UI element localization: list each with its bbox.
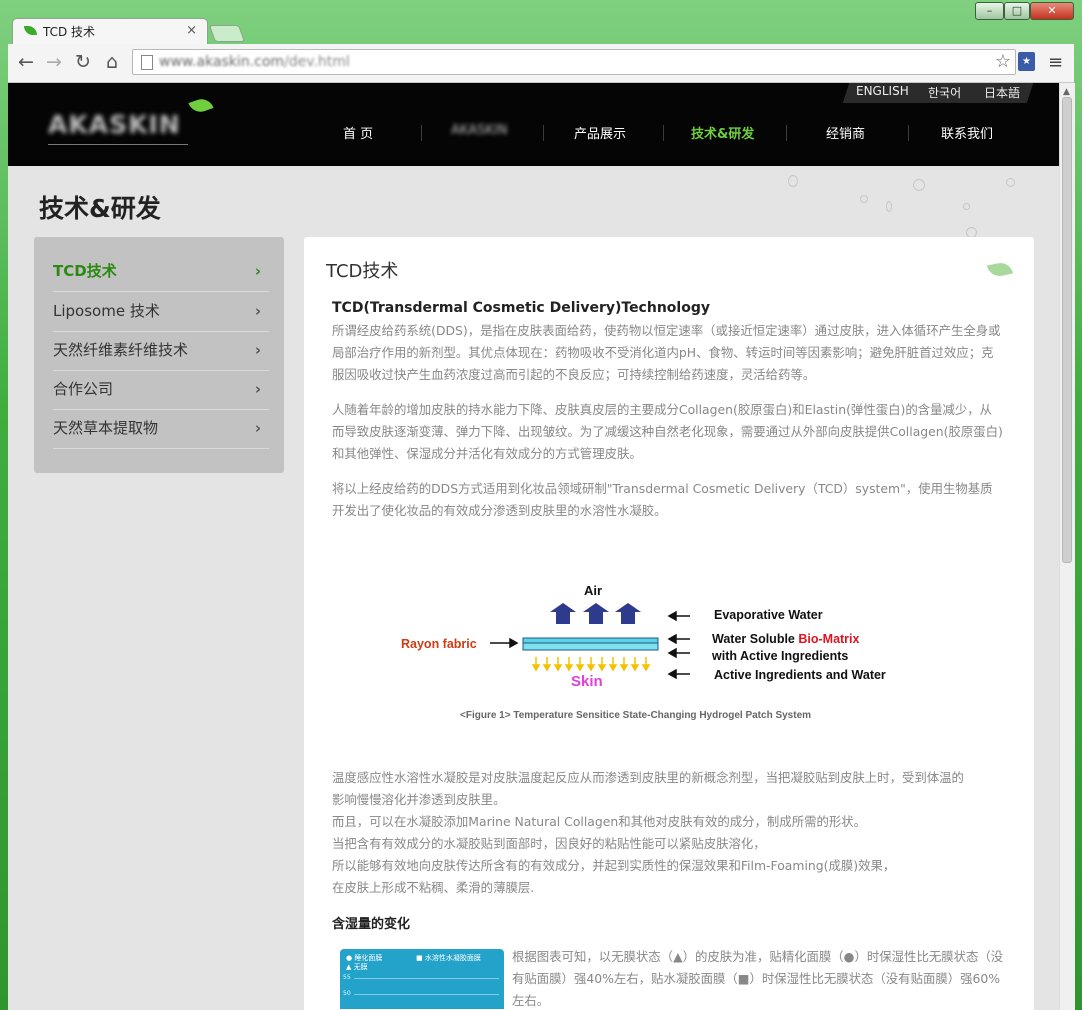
sidebar-item-partners[interactable]: 合作公司 › xyxy=(53,370,269,410)
sidebar-item-tcd[interactable]: TCD技术 › xyxy=(53,252,269,292)
thumb-axis-tick: 50 xyxy=(343,990,351,997)
moisture-chart-thumbnail: ● 睡化面膜 ■ 水溶性水凝胶面膜 ▲ 无膜 55 50 xyxy=(340,949,504,1009)
sidebar-item-label: 天然纤维素纤维技术 xyxy=(53,341,189,359)
scroll-up-icon[interactable]: ▲ xyxy=(1063,87,1070,97)
text-line: 温度感应性水溶性水凝胶是对皮肤温度起反应从而渗透到皮肤里的新概念剂型，当把凝胶贴… xyxy=(332,770,964,785)
sidebar-item-cellulose[interactable]: 天然纤维素纤维技术 › xyxy=(53,331,269,371)
tab-title: TCD 技术 xyxy=(43,25,96,39)
page-icon xyxy=(141,55,153,70)
lang-english-link[interactable]: ENGLISH xyxy=(856,84,909,98)
thumb-gridline xyxy=(354,994,499,995)
logo-underline xyxy=(48,144,188,145)
sidebar-item-liposome[interactable]: Liposome 技术 › xyxy=(53,292,269,332)
nav-separator xyxy=(908,125,909,141)
text-line: 而且，可以在水凝胶添加Marine Natural Collagen和其他对皮肤… xyxy=(332,814,867,829)
minimize-button[interactable]: – xyxy=(975,2,1004,20)
sidebar-item-label: Liposome 技术 xyxy=(53,302,160,320)
leaf-favicon-icon xyxy=(24,26,37,35)
water-drop-decoration xyxy=(963,203,970,210)
rayon-layer xyxy=(522,637,659,644)
nav-separator xyxy=(421,125,422,141)
vertical-scrollbar[interactable]: ▲ xyxy=(1059,83,1075,1010)
thumb-legend-item: ▲ 无膜 xyxy=(346,963,368,971)
moisture-heading: 含湿量的变化 xyxy=(332,917,411,932)
scrollbar-thumb[interactable] xyxy=(1062,97,1072,563)
thumb-axis-tick: 55 xyxy=(343,974,351,981)
figure-diagram xyxy=(490,603,690,680)
water-drop-decoration xyxy=(1006,178,1015,187)
nav-contact[interactable]: 联系我们 xyxy=(941,123,993,142)
figure-skin-label: Skin xyxy=(571,673,603,690)
text-line: 在皮肤上形成不粘稠、柔滑的薄膜层. xyxy=(332,880,535,895)
address-bar[interactable]: www.akaskin.com/dev.html ☆ xyxy=(132,49,1016,75)
text-line: 当把含有有效成分的水凝胶贴到面部时，因良好的粘贴性能可以紧贴皮肤溶化， xyxy=(332,836,766,851)
sidebar-item-herbal[interactable]: 天然草本提取物 › xyxy=(53,409,269,449)
nav-separator xyxy=(543,125,544,141)
reload-icon[interactable]: ↻ xyxy=(71,50,95,74)
page-viewport: AKASKIN ENGLISH 한국어 日本語 首 页 AKASKIN 产品展示… xyxy=(8,83,1059,1010)
nav-separator xyxy=(786,125,787,141)
sidebar-item-label: 天然草本提取物 xyxy=(53,419,159,437)
site-logo[interactable]: AKASKIN xyxy=(48,110,181,139)
chevron-right-icon: › xyxy=(254,302,261,320)
water-drop-decoration xyxy=(913,179,925,191)
chevron-right-icon: › xyxy=(254,341,261,359)
text-line: 所以能够有效地向皮肤传达所含有的有效成分，并起到实质性的保湿效果和Film-Fo… xyxy=(332,858,896,873)
figure-rayon-label: Rayon fabric xyxy=(401,637,477,651)
figure-active-water-label: Active Ingredients and Water xyxy=(714,668,886,682)
absorption-arrows xyxy=(531,657,651,672)
nav-home[interactable]: 首 页 xyxy=(343,123,373,142)
water-drop-decoration xyxy=(860,195,868,203)
thumb-gridline xyxy=(354,978,499,979)
lang-japanese-link[interactable]: 日本語 xyxy=(984,84,1020,101)
page-title: 技术&研发 xyxy=(39,194,161,223)
back-arrow-icon[interactable]: ← xyxy=(14,50,38,74)
figure-caption: <Figure 1> Temperature Sensitice State-C… xyxy=(460,710,812,721)
paragraph-moisture: 根据图表可知，以无膜状态（▲）的皮肤为准，贴精化面膜（●）时保湿性比无膜状态（没… xyxy=(512,949,1004,1008)
site-header: AKASKIN ENGLISH 한국어 日本語 首 页 AKASKIN 产品展示… xyxy=(8,83,1059,166)
tab-strip: TCD 技术 × – □ ✕ xyxy=(0,0,1082,44)
new-tab-button[interactable] xyxy=(208,25,246,42)
water-drop-decoration xyxy=(886,201,892,212)
content-panel: TCD技术 TCD(Transdermal Cosmetic Delivery)… xyxy=(304,237,1034,1010)
up-arrow-icon xyxy=(615,603,641,624)
maximize-button[interactable]: □ xyxy=(1004,2,1030,20)
chevron-right-icon: › xyxy=(254,262,261,280)
chevron-right-icon: › xyxy=(254,380,261,398)
figure-biomatrix-label: Water Soluble Bio-Matrix xyxy=(712,632,860,646)
nav-dealers[interactable]: 经销商 xyxy=(826,123,865,142)
extension-icon[interactable]: ★ xyxy=(1018,52,1035,71)
chevron-right-icon: › xyxy=(254,419,261,437)
bookmark-star-icon[interactable]: ☆ xyxy=(995,51,1011,72)
url-text: www.akaskin.com/dev.html xyxy=(159,54,350,70)
figure-evaporative-label: Evaporative Water xyxy=(714,608,823,622)
sidebar-item-label: TCD技术 xyxy=(53,262,117,280)
up-arrow-icon xyxy=(550,603,576,624)
figure-ingredients-label: with Active Ingredients xyxy=(712,649,849,663)
nav-akaskin[interactable]: AKASKIN xyxy=(451,123,507,138)
browser-tab[interactable]: TCD 技术 × xyxy=(12,18,208,44)
forward-arrow-icon[interactable]: → xyxy=(42,50,66,74)
browser-window: TCD 技术 × – □ ✕ ← → ↻ ⌂ www.akaskin.com/d… xyxy=(0,0,1082,1010)
text-line: 影响慢慢溶化并渗透到皮肤里。 xyxy=(332,792,506,807)
sidebar-item-label: 合作公司 xyxy=(53,380,114,398)
browser-toolbar: ← → ↻ ⌂ www.akaskin.com/dev.html ☆ ★ ≡ xyxy=(8,44,1074,83)
close-window-button[interactable]: ✕ xyxy=(1030,2,1074,20)
lang-korean-link[interactable]: 한국어 xyxy=(928,84,961,101)
logo-leaf-icon xyxy=(188,95,214,116)
tab-close-icon[interactable]: × xyxy=(186,23,197,38)
thumb-legend-item: ■ 水溶性水凝胶面膜 xyxy=(416,954,481,962)
water-drop-decoration xyxy=(788,175,798,187)
sidebar-menu: TCD技术 › Liposome 技术 › 天然纤维素纤维技术 › 合作公司 ›… xyxy=(34,237,284,473)
nav-tech-rd[interactable]: 技术&研发 xyxy=(691,123,754,142)
browser-menu-icon[interactable]: ≡ xyxy=(1048,52,1063,73)
nav-products[interactable]: 产品展示 xyxy=(574,123,626,142)
nav-separator xyxy=(663,125,664,141)
up-arrow-icon xyxy=(583,603,609,624)
hydrogel-layer xyxy=(522,642,659,651)
home-icon[interactable]: ⌂ xyxy=(100,50,124,74)
